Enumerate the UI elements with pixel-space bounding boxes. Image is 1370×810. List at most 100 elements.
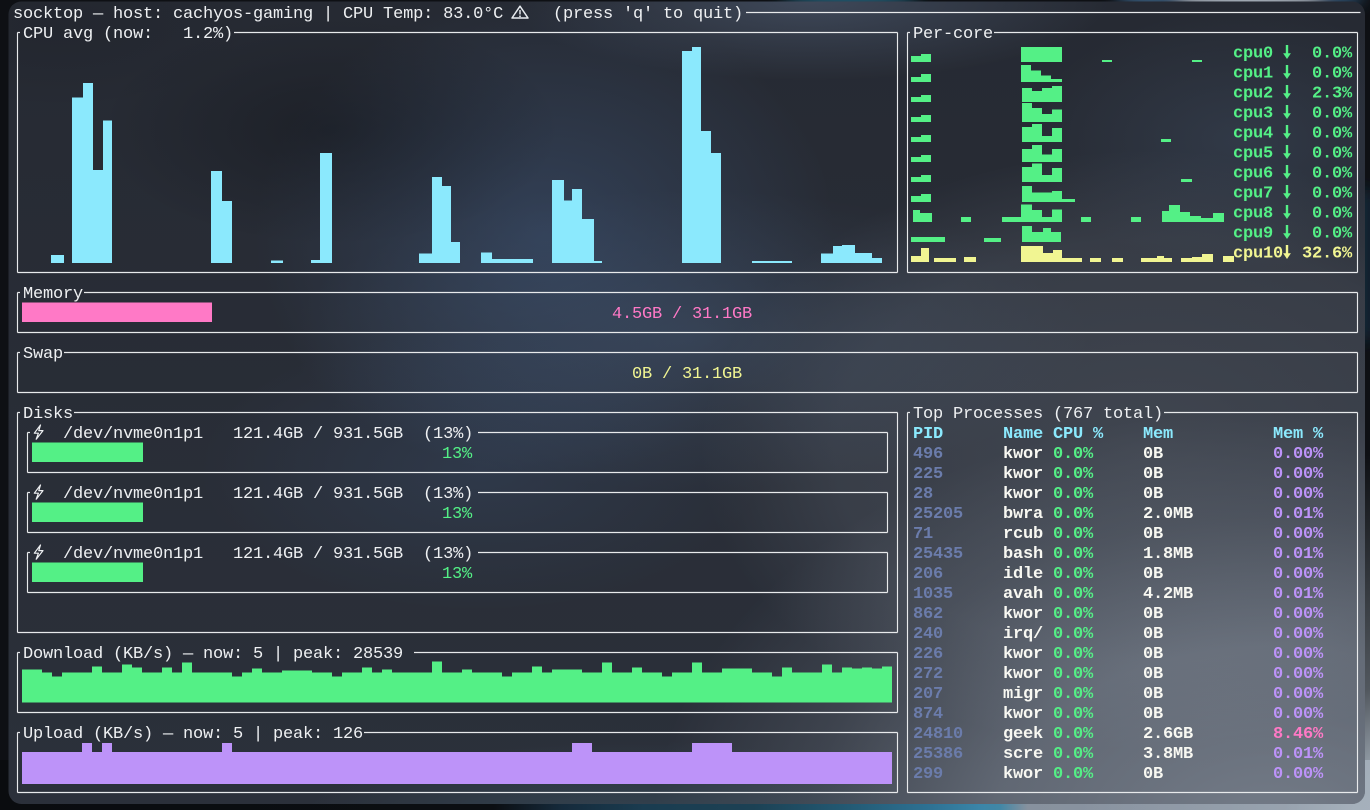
svg-text:206: 206 (913, 565, 943, 584)
svg-text:irq/: irq/ (1003, 625, 1043, 644)
svg-text:2.3%: 2.3% (1312, 85, 1353, 104)
svg-text:0.00%: 0.00% (1273, 605, 1324, 624)
svg-text:/dev/nvme0n1p1 121.4GB / 931: /dev/nvme0n1p1 121.4GB / 931.5GB (13%) (63, 425, 473, 444)
svg-text:862: 862 (913, 605, 943, 624)
svg-text:kwor: kwor (1003, 605, 1043, 624)
svg-text:0.0%: 0.0% (1053, 545, 1094, 564)
svg-text:25435: 25435 (913, 545, 963, 564)
svg-text:cpu10: cpu10 (1233, 245, 1283, 264)
svg-text:Memory: Memory (23, 285, 83, 304)
svg-text:0.0%: 0.0% (1053, 685, 1094, 704)
svg-text:kwor: kwor (1003, 445, 1043, 464)
svg-text:0B / 31.1GB: 0B / 31.1GB (632, 365, 742, 384)
svg-text:0B: 0B (1143, 685, 1163, 704)
svg-text:207: 207 (913, 685, 943, 704)
svg-text:Per-core: Per-core (913, 25, 993, 44)
svg-text:0.0%: 0.0% (1312, 125, 1353, 144)
svg-text:874: 874 (913, 705, 943, 724)
svg-text:0.0%: 0.0% (1312, 165, 1353, 184)
svg-text:2.0MB: 2.0MB (1143, 505, 1193, 524)
svg-text:0.00%: 0.00% (1273, 685, 1324, 704)
svg-text:0B: 0B (1143, 445, 1163, 464)
svg-text:0.00%: 0.00% (1273, 665, 1324, 684)
svg-text:kwor: kwor (1003, 705, 1043, 724)
svg-text:/dev/nvme0n1p1 121.4GB / 931: /dev/nvme0n1p1 121.4GB / 931.5GB (13%) (63, 485, 473, 504)
svg-text:kwor: kwor (1003, 645, 1043, 664)
svg-text:0.0%: 0.0% (1312, 65, 1353, 84)
svg-text:0.01%: 0.01% (1273, 505, 1324, 524)
svg-text:496: 496 (913, 445, 943, 464)
svg-text:0.00%: 0.00% (1273, 765, 1324, 784)
svg-text:cpu6: cpu6 (1233, 165, 1273, 184)
svg-text:geek: geek (1003, 725, 1043, 744)
svg-text:0.00%: 0.00% (1273, 485, 1324, 504)
svg-text:2.6GB: 2.6GB (1143, 725, 1193, 744)
svg-text:24810: 24810 (913, 725, 963, 744)
svg-text:cpu7: cpu7 (1233, 185, 1273, 204)
svg-text:0.0%: 0.0% (1053, 645, 1094, 664)
svg-text:rcub: rcub (1003, 525, 1043, 544)
svg-text:0B: 0B (1143, 625, 1163, 644)
svg-text:13%: 13% (442, 565, 473, 584)
svg-text:idle: idle (1003, 565, 1043, 584)
svg-text:0.0%: 0.0% (1053, 505, 1094, 524)
svg-text:bwra: bwra (1003, 505, 1043, 524)
svg-text:Mem %: Mem % (1273, 425, 1324, 444)
svg-text:0.0%: 0.0% (1053, 625, 1094, 644)
svg-text:0.01%: 0.01% (1273, 745, 1324, 764)
svg-text:Name: Name (1003, 425, 1043, 444)
svg-text:Swap: Swap (23, 345, 63, 364)
svg-text:0.0%: 0.0% (1053, 565, 1094, 584)
svg-text:0B: 0B (1143, 465, 1163, 484)
svg-text:0B: 0B (1143, 565, 1163, 584)
svg-text:0B: 0B (1143, 485, 1163, 504)
svg-text:0.00%: 0.00% (1273, 445, 1324, 464)
svg-text:cpu9: cpu9 (1233, 225, 1273, 244)
svg-text:0.0%: 0.0% (1053, 485, 1094, 504)
svg-text:kwor: kwor (1003, 765, 1043, 784)
svg-text:cpu4: cpu4 (1233, 125, 1273, 144)
svg-text:0B: 0B (1143, 645, 1163, 664)
svg-text:0B: 0B (1143, 605, 1163, 624)
svg-text:0.0%: 0.0% (1312, 185, 1353, 204)
svg-text:71: 71 (913, 525, 933, 544)
svg-text:0.0%: 0.0% (1053, 765, 1094, 784)
svg-text:kwor: kwor (1003, 665, 1043, 684)
svg-text:0B: 0B (1143, 665, 1163, 684)
svg-text:0.00%: 0.00% (1273, 465, 1324, 484)
svg-text:cpu8: cpu8 (1233, 205, 1273, 224)
svg-text:0.0%: 0.0% (1053, 605, 1094, 624)
svg-text:0.0%: 0.0% (1312, 225, 1353, 244)
svg-text:Top Processes (767 total): Top Processes (767 total) (913, 405, 1163, 424)
svg-text:migr: migr (1003, 685, 1043, 704)
svg-text:28: 28 (913, 485, 933, 504)
svg-text:0.0%: 0.0% (1312, 205, 1353, 224)
svg-text:cpu3: cpu3 (1233, 105, 1273, 124)
svg-text:0.0%: 0.0% (1053, 725, 1094, 744)
svg-text:0.0%: 0.0% (1053, 465, 1094, 484)
svg-text:240: 240 (913, 625, 943, 644)
svg-text:cpu5: cpu5 (1233, 145, 1273, 164)
svg-text:Mem: Mem (1143, 425, 1173, 444)
svg-text:Upload (KB/s) — now: 5 | peak:: Upload (KB/s) — now: 5 | peak: 126 (23, 725, 363, 744)
svg-text:0.0%: 0.0% (1312, 45, 1353, 64)
svg-text:scre: scre (1003, 745, 1043, 764)
svg-text:CPU avg (now: 1.2%): CPU avg (now: 1.2%) (23, 25, 233, 44)
svg-text:0B: 0B (1143, 525, 1163, 544)
svg-text:kwor: kwor (1003, 465, 1043, 484)
svg-text:32.6%: 32.6% (1302, 245, 1353, 264)
svg-text:226: 226 (913, 645, 943, 664)
svg-text:0.0%: 0.0% (1053, 665, 1094, 684)
svg-text:0.00%: 0.00% (1273, 565, 1324, 584)
svg-text:Disks: Disks (23, 405, 73, 424)
svg-text:0.0%: 0.0% (1053, 525, 1094, 544)
svg-text:0.01%: 0.01% (1273, 545, 1324, 564)
svg-text:1.8MB: 1.8MB (1143, 545, 1193, 564)
svg-text:CPU %: CPU % (1053, 425, 1104, 444)
svg-text:0.01%: 0.01% (1273, 585, 1324, 604)
svg-text:0.0%: 0.0% (1053, 705, 1094, 724)
svg-text:cpu1: cpu1 (1233, 65, 1273, 84)
svg-text:13%: 13% (442, 505, 473, 524)
svg-text:0.0%: 0.0% (1312, 145, 1353, 164)
svg-text:socktop — host: cachyos-gaming: socktop — host: cachyos-gaming | CPU Tem… (13, 5, 503, 24)
